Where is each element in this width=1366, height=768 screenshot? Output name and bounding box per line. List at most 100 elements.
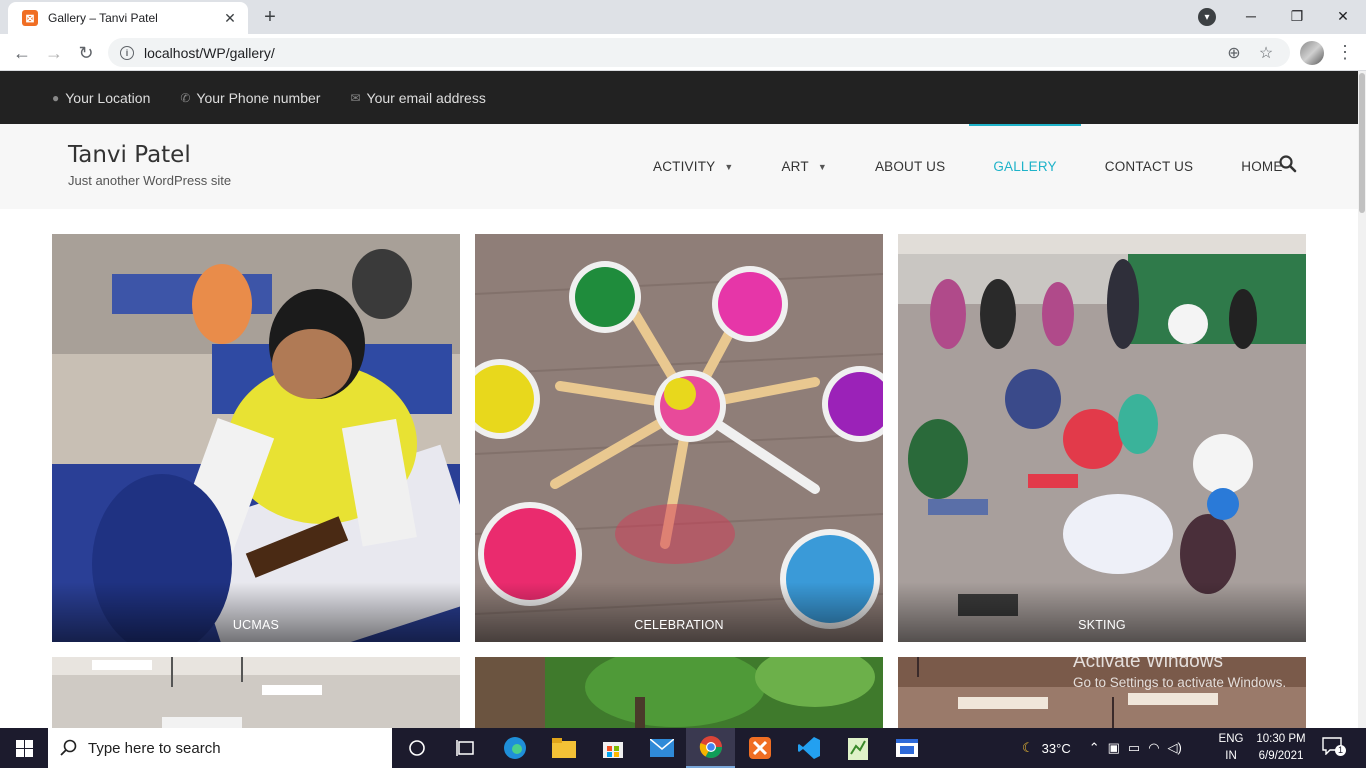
notification-count: 1 [1335, 745, 1346, 756]
ucmas-photo [52, 234, 460, 642]
menu-item-gallery[interactable]: GALLERY [969, 124, 1082, 209]
wifi-icon[interactable]: ◠ [1148, 740, 1159, 756]
gallery-caption: SKTING [1078, 618, 1126, 632]
url-text[interactable]: localhost/WP/gallery/ [144, 45, 1214, 61]
notepad-icon[interactable] [833, 728, 882, 768]
site-description: Just another WordPress site [68, 173, 232, 188]
caption-shade [475, 582, 883, 642]
back-button[interactable]: ← [8, 39, 36, 67]
restore-button[interactable]: ❐ [1274, 0, 1320, 32]
file-explorer-icon[interactable] [539, 728, 588, 768]
menu-label: CONTACT US [1104, 159, 1194, 174]
gallery-item-celebration[interactable]: CELEBRATION [475, 234, 883, 642]
chrome-icon[interactable] [686, 728, 735, 768]
browser-tab-strip: ⊠ Gallery – Tanvi Patel ✕ + ▾ ─ ❐ ✕ [0, 0, 1366, 34]
envelope-icon: ✉ [350, 90, 361, 105]
lang-line-2: IN [1225, 750, 1237, 762]
site-header: Tanvi Patel Just another WordPress site … [0, 124, 1358, 209]
taskbar-clock[interactable]: 10:30 PM 6/9/2021 [1252, 731, 1310, 765]
site-info-bar: ● Your Location ✆ Your Phone number ✉ Yo… [0, 71, 1358, 124]
caption-shade [898, 582, 1306, 642]
gallery-item-row2-2[interactable] [475, 657, 883, 728]
skating-photo [898, 234, 1306, 642]
gallery-item-ucmas[interactable]: UCMAS [52, 234, 460, 642]
location-item: ● Your Location [52, 90, 150, 106]
meet-now-icon[interactable]: ▣ [1108, 740, 1120, 756]
menu-label: ART [781, 159, 809, 174]
phone-icon: ✆ [180, 90, 191, 105]
temperature-text[interactable]: 33°C [1042, 741, 1071, 756]
site-info-icon[interactable]: i [120, 45, 134, 60]
battery-icon[interactable]: ▭ [1128, 740, 1140, 756]
scrollbar-thumb[interactable] [1359, 73, 1365, 213]
app-window-icon[interactable] [882, 728, 931, 768]
vscode-icon[interactable] [784, 728, 833, 768]
email-text: Your email address [366, 89, 486, 106]
lang-line-1: ENG [1218, 733, 1244, 745]
language-indicator[interactable]: ENG IN [1216, 731, 1246, 765]
reload-button[interactable]: ↻ [72, 39, 100, 67]
browser-menu-icon[interactable]: ⋮ [1336, 40, 1354, 64]
menu-label: ABOUT US [874, 159, 946, 174]
gallery-item-skating[interactable]: SKTING [898, 234, 1306, 642]
time-text: 10:30 PM [1256, 733, 1306, 745]
close-window-button[interactable]: ✕ [1320, 0, 1366, 32]
date-text: 6/9/2021 [1258, 750, 1304, 762]
tab-close-icon[interactable]: ✕ [222, 10, 238, 27]
browser-toolbar: ← → ↻ i localhost/WP/gallery/ ⊕ ☆ [0, 34, 1366, 71]
bookmark-star-icon[interactable]: ☆ [1254, 43, 1278, 63]
search-placeholder: Type here to search [88, 739, 221, 757]
hall-photo [52, 657, 460, 728]
chevron-up-icon[interactable]: ⌃ [1089, 740, 1100, 756]
map-marker-icon: ● [52, 90, 60, 105]
menu-item-art[interactable]: ART ▼ [757, 124, 850, 209]
gallery-caption: CELEBRATION [634, 618, 724, 632]
menu-label: HOME [1241, 159, 1283, 174]
browser-tab[interactable]: ⊠ Gallery – Tanvi Patel ✕ [8, 2, 248, 34]
location-text: Your Location [65, 89, 151, 106]
address-bar[interactable]: i localhost/WP/gallery/ ⊕ ☆ [108, 38, 1290, 67]
windows-logo-icon [15, 739, 33, 757]
weather-moon-icon[interactable]: ☾ [1022, 740, 1034, 756]
volume-icon[interactable]: ◁) [1168, 740, 1182, 756]
search-icon [60, 739, 77, 756]
windows-taskbar: Type here to search ☾ 33°C ⌃ ▣ ▭ ◠ ◁) EN… [0, 728, 1366, 768]
xampp-favicon-icon: ⊠ [22, 10, 38, 26]
phone-text: Your Phone number [196, 89, 321, 106]
menu-item-activity[interactable]: ACTIVITY ▼ [629, 124, 757, 209]
start-button[interactable] [0, 728, 48, 768]
chevron-down-icon: ▼ [817, 161, 827, 172]
edge-browser-icon[interactable] [490, 728, 539, 768]
profile-avatar[interactable] [1300, 41, 1324, 65]
xampp-icon[interactable] [735, 728, 784, 768]
menu-item-about-us[interactable]: ABOUT US [851, 124, 969, 209]
zoom-icon[interactable]: ⊕ [1222, 43, 1246, 63]
trees-photo [475, 657, 883, 728]
store-icon[interactable] [588, 728, 637, 768]
system-tray: ☾ 33°C ⌃ ▣ ▭ ◠ ◁) [1018, 728, 1186, 768]
page-scrollbar[interactable] [1358, 71, 1366, 728]
menu-label: ACTIVITY [653, 159, 716, 174]
menu-item-contact-us[interactable]: CONTACT US [1081, 124, 1218, 209]
mail-icon[interactable] [637, 728, 686, 768]
main-menu: ACTIVITY ▼ ART ▼ ABOUT US GALLERY CONTAC… [629, 124, 1307, 209]
tab-search-icon[interactable]: ▾ [1198, 8, 1216, 26]
celebration-photo [475, 234, 883, 642]
notification-center-icon[interactable]: 1 [1322, 737, 1346, 759]
taskbar-search-box[interactable]: Type here to search [48, 728, 392, 768]
minimize-button[interactable]: ─ [1228, 0, 1274, 32]
new-tab-button[interactable]: + [258, 6, 282, 28]
forward-button[interactable]: → [40, 39, 68, 67]
menu-label: GALLERY [993, 159, 1057, 174]
caption-shade [52, 582, 460, 642]
task-view-icon[interactable] [441, 728, 490, 768]
phone-item: ✆ Your Phone number [180, 90, 320, 106]
watermark-subtitle: Go to Settings to activate Windows. [1073, 675, 1287, 690]
email-item: ✉ Your email address [350, 90, 485, 106]
site-title[interactable]: Tanvi Patel [68, 142, 191, 168]
cortana-icon[interactable] [392, 728, 441, 768]
gallery-item-row2-1[interactable] [52, 657, 460, 728]
activation-watermark: Activate Windows Go to Settings to activ… [1073, 651, 1286, 690]
chevron-down-icon: ▼ [724, 161, 734, 172]
search-icon[interactable] [1278, 154, 1298, 174]
